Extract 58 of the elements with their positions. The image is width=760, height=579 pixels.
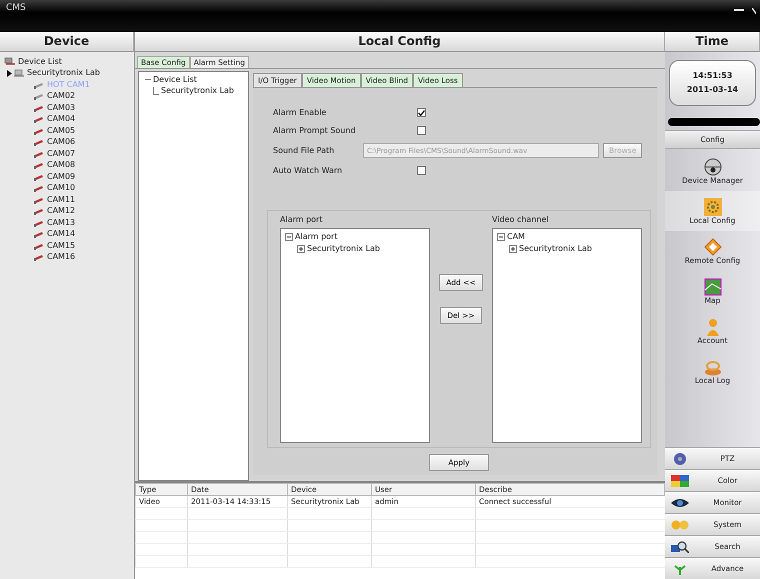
- color-grid-icon: [671, 474, 689, 486]
- tree-item[interactable]: CAM08: [47, 160, 76, 170]
- clock-time: 14:51:53: [692, 71, 732, 81]
- tree-item[interactable]: CAM14: [47, 229, 76, 240]
- minimize-icon: [734, 8, 744, 12]
- field-label: Sound File Path: [273, 146, 336, 156]
- tree-item[interactable]: CAM09: [47, 172, 76, 182]
- map-icon: [704, 278, 722, 296]
- panel-header: Time: [665, 32, 760, 52]
- tree-item[interactable]: Securitytronix Lab: [307, 244, 380, 254]
- tree-item[interactable]: CAM13: [47, 218, 76, 228]
- tree-item[interactable]: Device List: [153, 74, 197, 85]
- field-label: Auto Watch Warn: [273, 166, 344, 176]
- tree-item[interactable]: CAM15: [47, 240, 76, 251]
- network-icon: [14, 68, 25, 78]
- tree-line-icon: [145, 78, 151, 81]
- tree-item[interactable]: CAM04: [47, 114, 76, 124]
- expander-icon[interactable]: [285, 233, 293, 242]
- dome-camera-icon: [704, 158, 722, 176]
- expander-icon[interactable]: [297, 244, 305, 253]
- tree-item[interactable]: Securitytronix Lab: [161, 86, 234, 96]
- tree-item[interactable]: CAM16: [47, 252, 76, 262]
- expander-icon[interactable]: [497, 233, 505, 242]
- eye-icon: [671, 496, 689, 508]
- tree-item[interactable]: CAM06: [47, 137, 76, 148]
- tree-item[interactable]: CAM: [507, 232, 525, 242]
- tree-item[interactable]: CAM02: [47, 91, 76, 102]
- checkbox[interactable]: [417, 108, 426, 118]
- close-icon: [752, 8, 756, 16]
- search-icon: [671, 540, 689, 552]
- tree-item[interactable]: Device List: [18, 56, 62, 67]
- checkbox[interactable]: [417, 126, 426, 135]
- gears-icon: [671, 518, 689, 530]
- panel-header: Local Config: [135, 32, 665, 52]
- tree-item[interactable]: Securitytronix Lab: [519, 244, 592, 254]
- ptz-icon: [671, 452, 689, 464]
- field-label: Alarm Prompt Sound: [273, 126, 357, 136]
- tree-item[interactable]: CAM05: [47, 126, 76, 136]
- tree-item[interactable]: CAM11: [47, 194, 76, 205]
- window-title: CMS: [6, 3, 26, 15]
- tree-line-icon: [153, 87, 159, 96]
- list-title: Video channel: [492, 214, 550, 224]
- tree-item[interactable]: Alarm port: [295, 232, 338, 242]
- check-icon: [418, 110, 425, 116]
- tree-item[interactable]: Securitytronix Lab: [27, 68, 100, 78]
- network-icon: [4, 57, 16, 66]
- tree-item[interactable]: CAM10: [47, 183, 76, 194]
- tree-item[interactable]: CAM03: [47, 102, 76, 113]
- clock-date: 2011-03-14: [686, 85, 738, 95]
- checkbox[interactable]: [417, 166, 426, 176]
- field-label: Alarm Enable: [273, 108, 328, 118]
- panel-header: Device: [0, 32, 134, 52]
- expander-icon[interactable]: [509, 244, 517, 253]
- tree-item[interactable]: CAM12: [47, 206, 76, 216]
- tree-item[interactable]: CAM07: [47, 148, 76, 159]
- gear-icon: [704, 198, 722, 216]
- diamond-icon: [704, 238, 722, 256]
- list-title: Alarm port: [280, 214, 324, 224]
